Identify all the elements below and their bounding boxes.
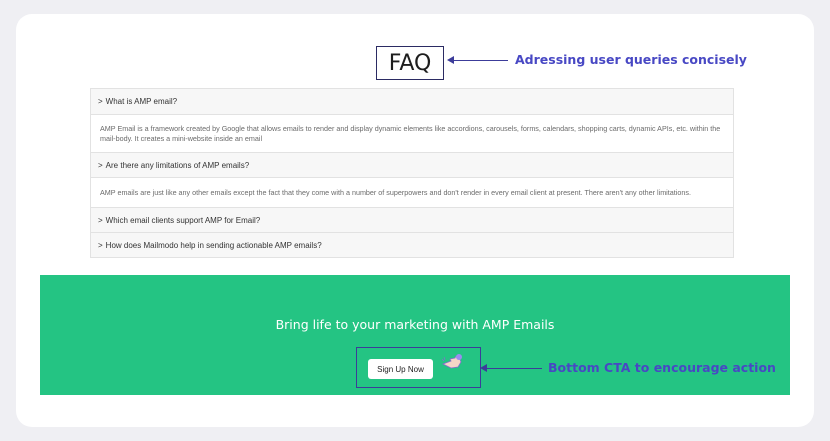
cta-annotation-line — [484, 368, 542, 369]
chevron-right-icon: > — [98, 215, 103, 225]
faq-question-2[interactable]: > Are there any limitations of AMP email… — [91, 153, 733, 178]
faq-question-label: Are there any limitations of AMP emails? — [105, 160, 250, 170]
faq-annotation-line — [452, 60, 508, 61]
cta-annotation: Bottom CTA to encourage action — [548, 360, 776, 375]
pointing-hand-icon — [441, 354, 462, 369]
chevron-right-icon: > — [98, 97, 103, 106]
chevron-right-icon: > — [98, 160, 103, 170]
faq-accordion: > What is AMP email? AMP Email is a fram… — [90, 88, 734, 258]
chevron-right-icon: > — [98, 240, 103, 250]
cta-annotation-arrow-icon — [480, 364, 487, 372]
faq-annotation: Adressing user queries concisely — [515, 52, 747, 67]
sign-up-button[interactable]: Sign Up Now — [368, 359, 433, 379]
faq-answer-1: AMP Email is a framework created by Goog… — [91, 115, 733, 153]
faq-question-label: How does Mailmodo help in sending action… — [105, 240, 322, 250]
faq-question-label: Which email clients support AMP for Emai… — [105, 215, 261, 225]
faq-question-4[interactable]: > How does Mailmodo help in sending acti… — [91, 233, 733, 257]
faq-question-1[interactable]: > What is AMP email? — [91, 89, 733, 115]
faq-question-label: What is AMP email? — [105, 97, 178, 106]
faq-answer-2: AMP emails are just like any other email… — [91, 178, 733, 208]
faq-annotation-arrow-icon — [447, 56, 454, 64]
cta-heading: Bring life to your marketing with AMP Em… — [275, 317, 555, 332]
faq-title: FAQ — [376, 46, 444, 80]
faq-question-3[interactable]: > Which email clients support AMP for Em… — [91, 208, 733, 233]
